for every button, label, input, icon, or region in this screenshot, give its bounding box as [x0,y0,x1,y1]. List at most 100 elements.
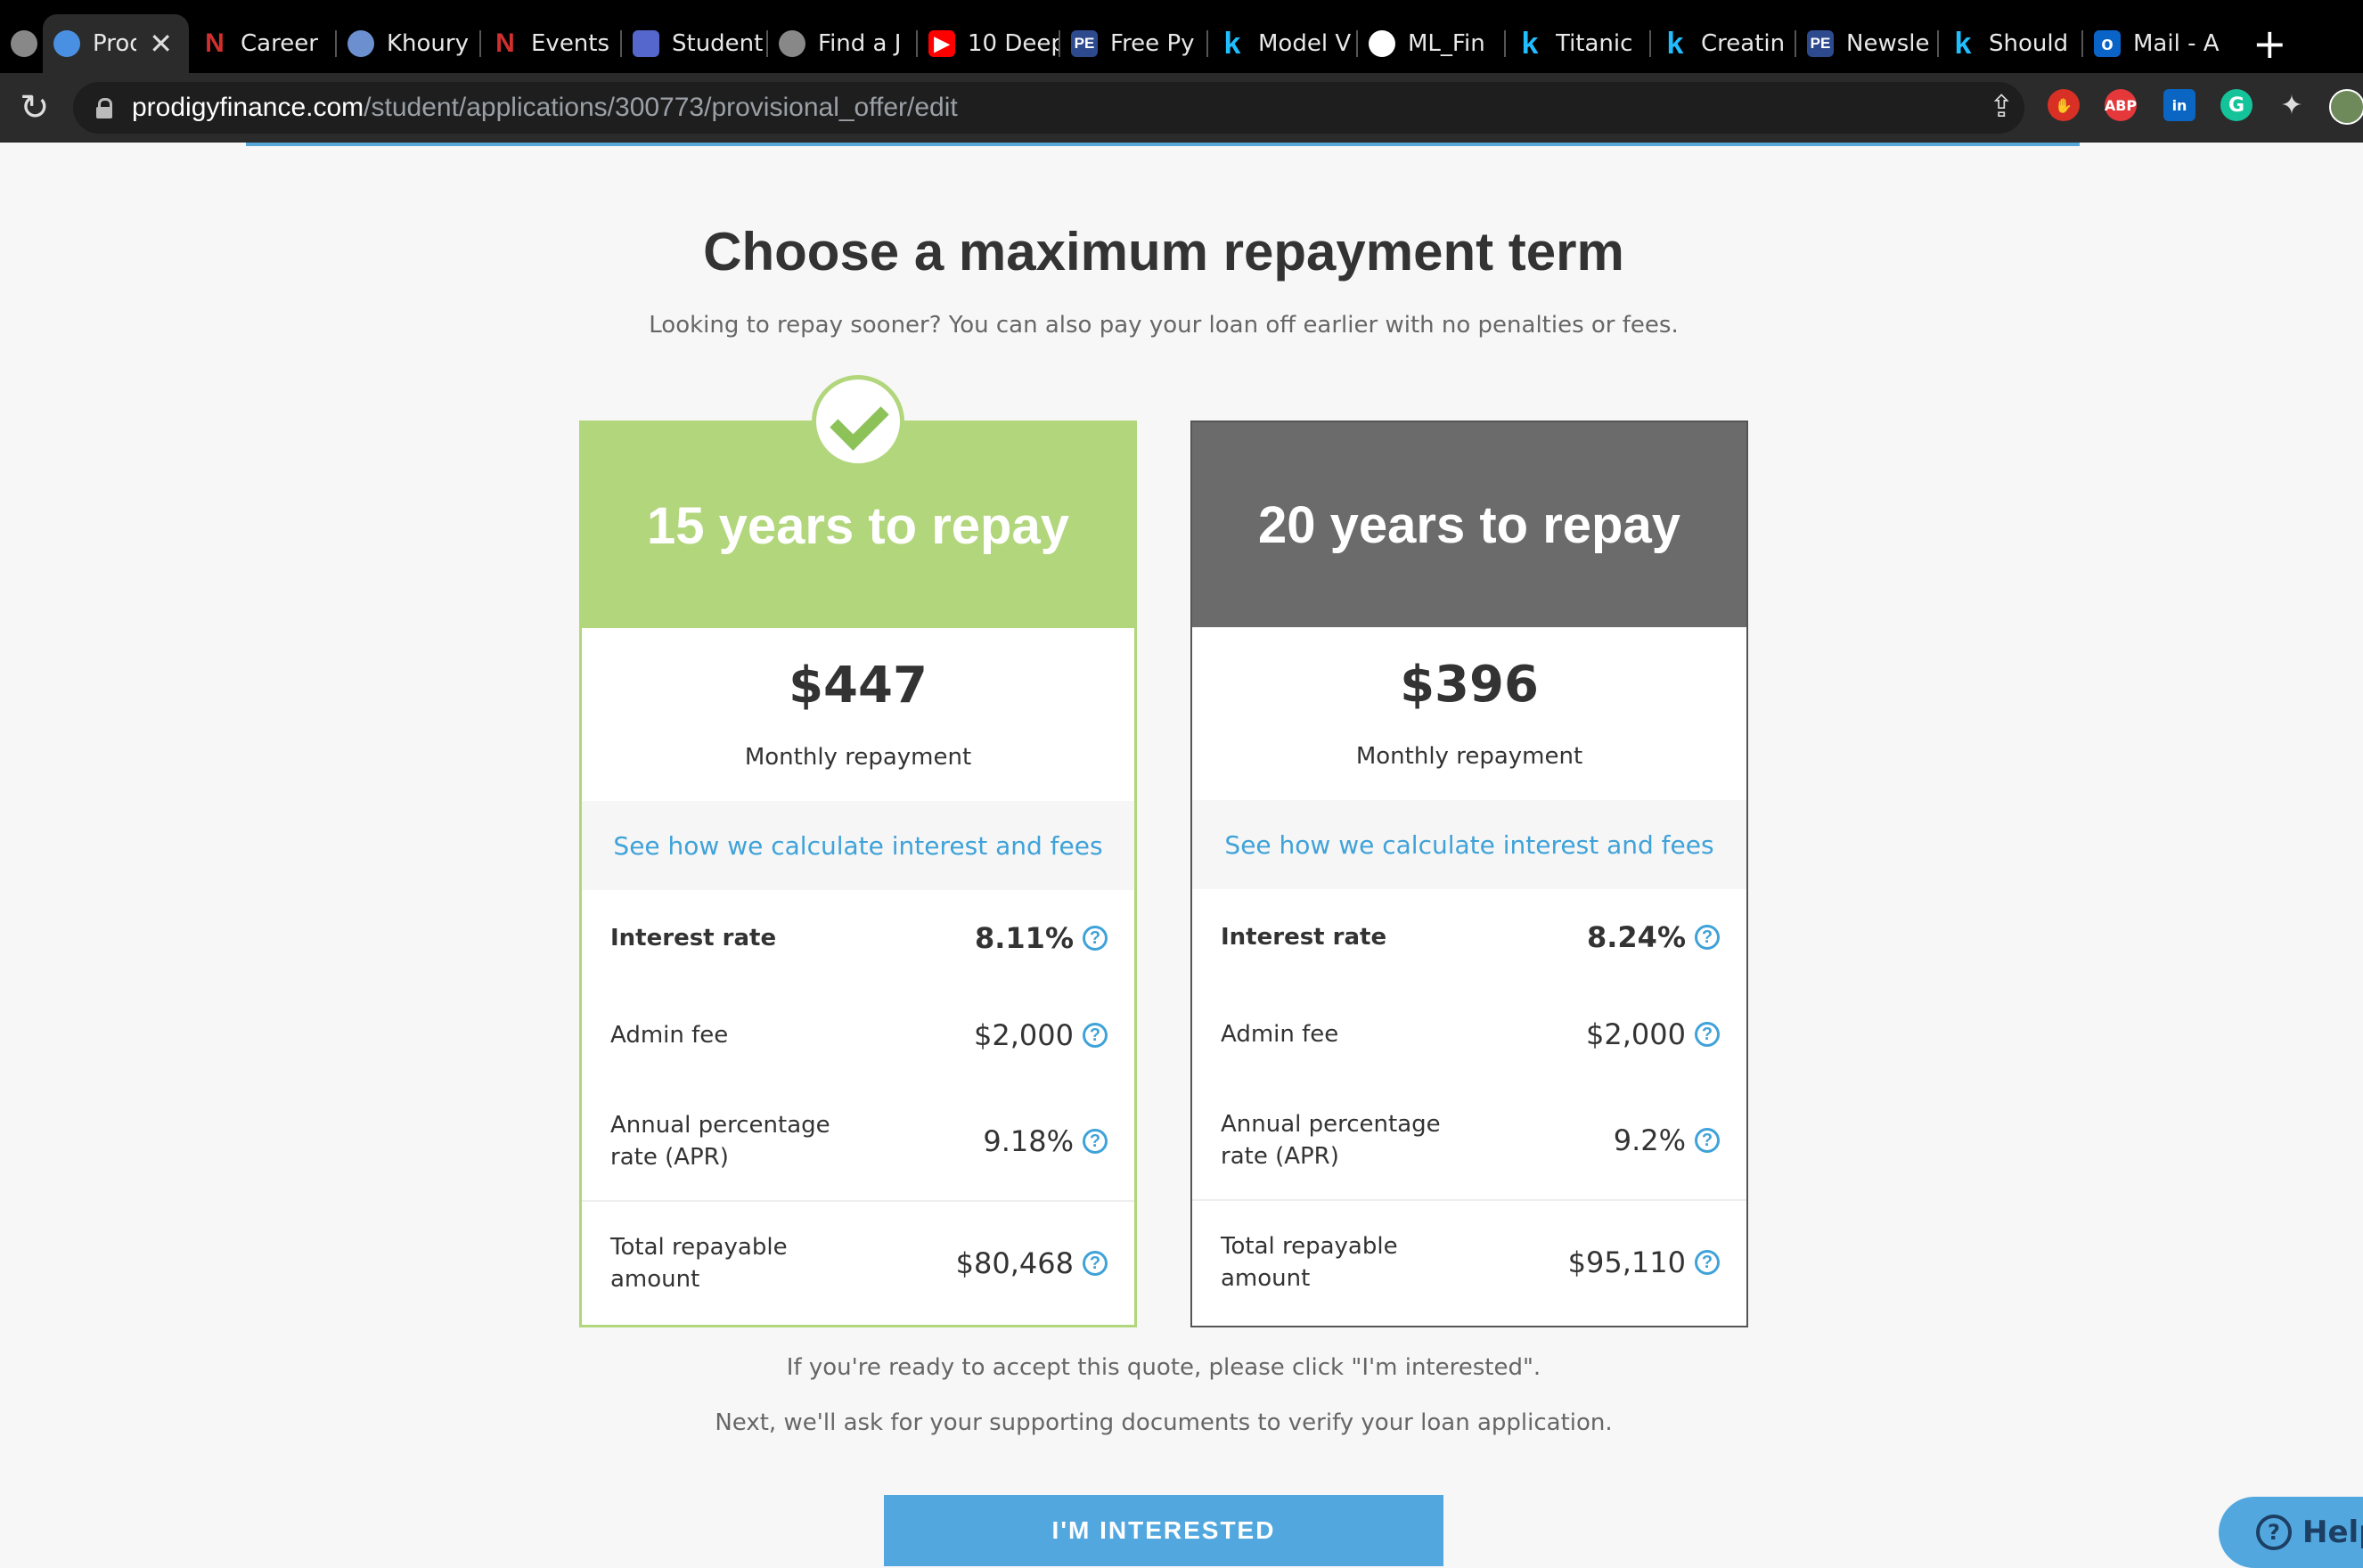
share-icon[interactable]: ⇪ [1989,89,2015,125]
im-interested-button[interactable]: I'M INTERESTED [884,1495,1443,1566]
help-question-icon[interactable]: ? [1695,1250,1720,1275]
linkedin-icon[interactable]: in [2163,89,2195,121]
kaggle-icon: k [1666,26,1684,61]
student-icon [633,30,659,57]
admin-fee-value: $2,000? [1586,1017,1720,1051]
total-repayable-value: $95,110? [1568,1245,1720,1279]
plan-heading: 20 years to repay [1192,422,1746,627]
tab-title: Events [531,30,610,57]
help-question-icon[interactable]: ? [1083,1129,1108,1154]
page-icon [11,30,37,57]
help-question-icon: ? [2256,1515,2292,1550]
browser-tab[interactable]: PE Newsle [1796,14,1937,73]
address-bar[interactable]: prodigyfinance.com/student/applications/… [73,82,2073,134]
kaggle-icon: k [1954,26,1972,61]
tab-title: Mail - A [2133,30,2220,57]
monthly-amount: $396 [1400,656,1539,714]
apr-label: Annual percentage rate (APR) [610,1112,830,1171]
browser-tab[interactable]: PE Free Py [1060,14,1206,73]
lock-icon[interactable] [96,98,112,118]
calc-band: See how we calculate interest and fees [582,801,1134,890]
apr-label: Annual percentage rate (APR) [1221,1111,1441,1170]
apr-value: 9.18%? [983,1124,1108,1158]
browser-tab[interactable]: Prodigy ✕ [43,14,189,73]
help-widget-button[interactable]: ? Help [2219,1497,2363,1568]
browser-tab[interactable]: Khoury [337,14,479,73]
pe-icon: PE [1071,30,1098,57]
interest-rate-value: 8.11%? [975,921,1108,955]
northeastern-icon: N [495,29,515,58]
browser-tab[interactable]: k Titanic [1506,14,1649,73]
browser-tab[interactable]: (1 [0,14,41,73]
abp-icon[interactable]: ABP [2105,89,2137,121]
plan-card-20-years[interactable]: 20 years to repay $396 Monthly repayment… [1190,421,1748,1327]
tab-title: Creatin [1701,30,1786,57]
total-repayable-label: Total repayable amount [610,1234,788,1293]
interest-rate-row: Interest rate 8.24%? [1192,889,1746,985]
calc-interest-link[interactable]: See how we calculate interest and fees [613,831,1102,861]
help-question-icon[interactable]: ? [1083,926,1108,951]
help-question-icon[interactable]: ? [1695,925,1720,950]
help-question-icon[interactable]: ? [1695,1128,1720,1153]
reload-icon[interactable]: ↻ [20,87,50,128]
extensions-icon[interactable]: ✦ [2276,89,2308,121]
tab-title: Model V [1258,30,1352,57]
total-repayable-value: $80,468? [956,1246,1108,1280]
interest-rate-label: Interest rate [1221,924,1387,951]
browser-tab[interactable]: Find a J [768,14,916,73]
browser-tab[interactable]: Student [622,14,766,73]
calc-band: See how we calculate interest and fees [1192,800,1746,889]
admin-fee-label: Admin fee [610,1022,729,1049]
help-question-icon[interactable]: ? [1083,1251,1108,1276]
browser-tab[interactable]: k Model V [1208,14,1356,73]
url-text[interactable]: prodigyfinance.com/student/applications/… [132,93,958,123]
grammarly-icon[interactable]: G [2220,89,2253,121]
tab-title: Titanic [1556,30,1633,57]
total-repayable-row: Total repayable amount $95,110? [1192,1201,1746,1324]
page-subtitle: Looking to repay sooner? You can also pa… [649,312,1679,339]
browser-tab[interactable]: k Should [1939,14,2081,73]
help-question-icon[interactable]: ? [1695,1022,1720,1047]
admin-fee-label: Admin fee [1221,1021,1339,1048]
monthly-label: Monthly repayment [1355,743,1583,770]
pe-icon: PE [1807,30,1834,57]
apr-row: Annual percentage rate (APR) 9.18%? [582,1084,1134,1198]
help-label: Help [2302,1515,2363,1550]
admin-fee-row: Admin fee $2,000? [1192,985,1746,1083]
adblock-icon[interactable]: ✋ [2048,89,2080,121]
monthly-amount: $447 [789,657,928,715]
browser-tab[interactable]: o Mail - A [2083,14,2228,73]
browser-tab[interactable]: ▶ 10 Deep [918,14,1059,73]
new-tab-button[interactable]: + [2253,20,2287,68]
plan-card-15-years[interactable]: 15 years to repay $447 Monthly repayment… [579,375,1137,1327]
section-divider [246,143,2080,146]
tab-title: Newsle [1846,30,1930,57]
help-question-icon[interactable]: ? [1083,1023,1108,1048]
northeastern-icon: N [205,29,225,58]
khoury-icon [348,30,374,57]
browser-tab[interactable]: N Events [481,14,620,73]
accept-note: If you're ready to accept this quote, pl… [786,1354,1541,1381]
address-bar-row: ↻ prodigyfinance.com/student/application… [0,73,2363,143]
browser-tab[interactable]: N Career [191,14,335,73]
interest-rate-label: Interest rate [610,925,777,951]
monthly-label: Monthly repayment [744,744,972,771]
tab-title: 10 Deep [968,30,1059,57]
apr-row: Annual percentage rate (APR) 9.2%? [1192,1083,1746,1197]
total-repayable-row: Total repayable amount $80,468? [582,1202,1134,1325]
prodigy-icon [53,30,80,57]
checkmark-icon [812,375,904,468]
tab-title: Should [1989,30,2069,57]
browser-tab[interactable]: k Creatin [1651,14,1795,73]
kaggle-icon: k [1223,26,1241,61]
browser-tab[interactable]: ML_Fin [1358,14,1504,73]
tab-title: Prodigy [93,30,136,57]
interest-rate-value: 8.24%? [1587,920,1720,954]
calc-interest-link[interactable]: See how we calculate interest and fees [1224,830,1713,860]
profile-avatar[interactable] [2329,89,2363,125]
globe-icon [779,30,805,57]
close-tab-icon[interactable]: ✕ [149,27,173,61]
tab-title: ML_Fin [1408,30,1485,57]
total-repayable-label: Total repayable amount [1221,1233,1398,1292]
interest-rate-row: Interest rate 8.11%? [582,890,1134,986]
